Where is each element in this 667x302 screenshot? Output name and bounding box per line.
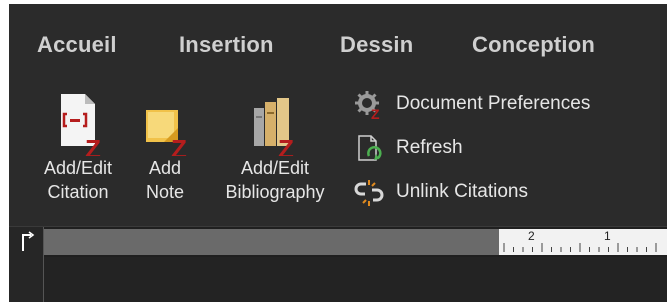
add-edit-bibliography-label-line1: Add/Edit	[240, 158, 310, 178]
refresh-label: Refresh	[396, 137, 463, 158]
unlink-citations-label: Unlink Citations	[396, 181, 528, 202]
vertical-ruler	[9, 257, 44, 302]
horizontal-ruler[interactable]: 2 1	[44, 229, 667, 255]
ruler-mark-2: 2	[528, 229, 535, 243]
add-note-button[interactable]: Z Add Note	[135, 92, 195, 204]
add-note-label-line1: Add	[148, 158, 182, 178]
ruler-page-area	[499, 229, 667, 255]
ruler-mark-1: 1	[604, 229, 611, 243]
add-edit-citation-label-line1: Add/Edit	[43, 158, 113, 178]
document-preferences-label: Document Preferences	[396, 93, 591, 114]
tab-insertion[interactable]: Insertion	[179, 32, 274, 58]
add-edit-bibliography-label-line2: Bibliography	[225, 182, 325, 202]
add-note-label-line2: Note	[145, 182, 185, 202]
tab-stop-icon	[22, 231, 35, 251]
ribbon-tab-bar: Accueil Insertion Dessin Conception	[9, 4, 667, 82]
broken-link-icon	[354, 180, 384, 206]
gear-zotero-icon: Z	[355, 91, 380, 120]
tab-dessin[interactable]: Dessin	[340, 32, 413, 58]
tab-stop-selector[interactable]	[9, 227, 44, 257]
document-canvas[interactable]	[44, 257, 667, 302]
tab-accueil[interactable]: Accueil	[37, 32, 117, 58]
ruler-bar: 2 1	[9, 226, 667, 257]
citation-doc-icon: Z	[61, 94, 101, 156]
svg-text:Z: Z	[278, 134, 294, 156]
add-edit-citation-label-line2: Citation	[47, 182, 109, 202]
svg-text:Z: Z	[171, 134, 187, 156]
refresh-doc-icon	[358, 135, 382, 161]
svg-text:Z: Z	[371, 106, 380, 120]
sticky-note-icon: Z	[146, 110, 187, 156]
zotero-ribbon: Z Add/Edit Citation Z Add Note Z Add/Edi…	[9, 82, 667, 224]
tab-conception[interactable]: Conception	[472, 32, 595, 58]
ruler-ticks	[499, 229, 667, 255]
svg-text:Z: Z	[85, 134, 101, 156]
word-window: Accueil Insertion Dessin Conception Z Ad…	[9, 4, 667, 302]
add-edit-citation-button[interactable]: Z Add/Edit Citation	[33, 92, 123, 204]
books-icon: Z	[254, 98, 294, 156]
add-edit-bibliography-button[interactable]: Z Add/Edit Bibliography	[209, 92, 341, 204]
document-area	[9, 257, 667, 302]
